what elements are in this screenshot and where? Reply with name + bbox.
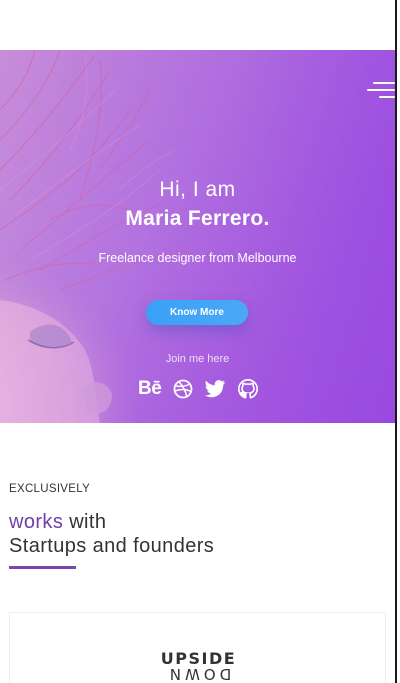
menu-icon-bar — [379, 96, 395, 98]
hero-tagline: Freelance designer from Melbourne — [98, 251, 297, 265]
hero-name: Maria Ferrero. — [125, 207, 270, 230]
section-title-line2: Startups and founders — [9, 535, 215, 557]
page-scrollbar[interactable] — [395, 0, 400, 683]
github-icon[interactable] — [237, 378, 258, 400]
client-logo-bottom: DOWN — [165, 665, 232, 683]
hero-banner: Hi, I am Maria Ferrero. Freelance design… — [0, 50, 395, 423]
join-me-text: Join me here — [165, 353, 230, 365]
scrollbar-thumb[interactable] — [395, 0, 397, 683]
behance-icon[interactable]: Bē — [138, 378, 162, 400]
section-divider — [9, 566, 76, 569]
twitter-icon[interactable] — [204, 378, 226, 400]
hero-greeting: Hi, I am — [159, 178, 236, 201]
section-title-rest: with — [63, 511, 107, 533]
menu-icon-bar — [373, 82, 395, 84]
section-eyebrow: EXCLUSIVELY — [9, 483, 91, 495]
client-logo-card[interactable]: UPSIDE DOWN — [9, 612, 386, 683]
social-links: Bē — [138, 378, 258, 400]
dribbble-icon[interactable] — [173, 378, 193, 400]
menu-icon-bar — [367, 89, 395, 91]
hero-gradient-overlay — [0, 50, 395, 423]
section-title: works with Startups and founders — [9, 510, 214, 558]
know-more-button[interactable]: Know More — [146, 300, 248, 325]
section-title-accent: works — [9, 511, 64, 533]
hamburger-menu-icon[interactable] — [365, 80, 395, 100]
